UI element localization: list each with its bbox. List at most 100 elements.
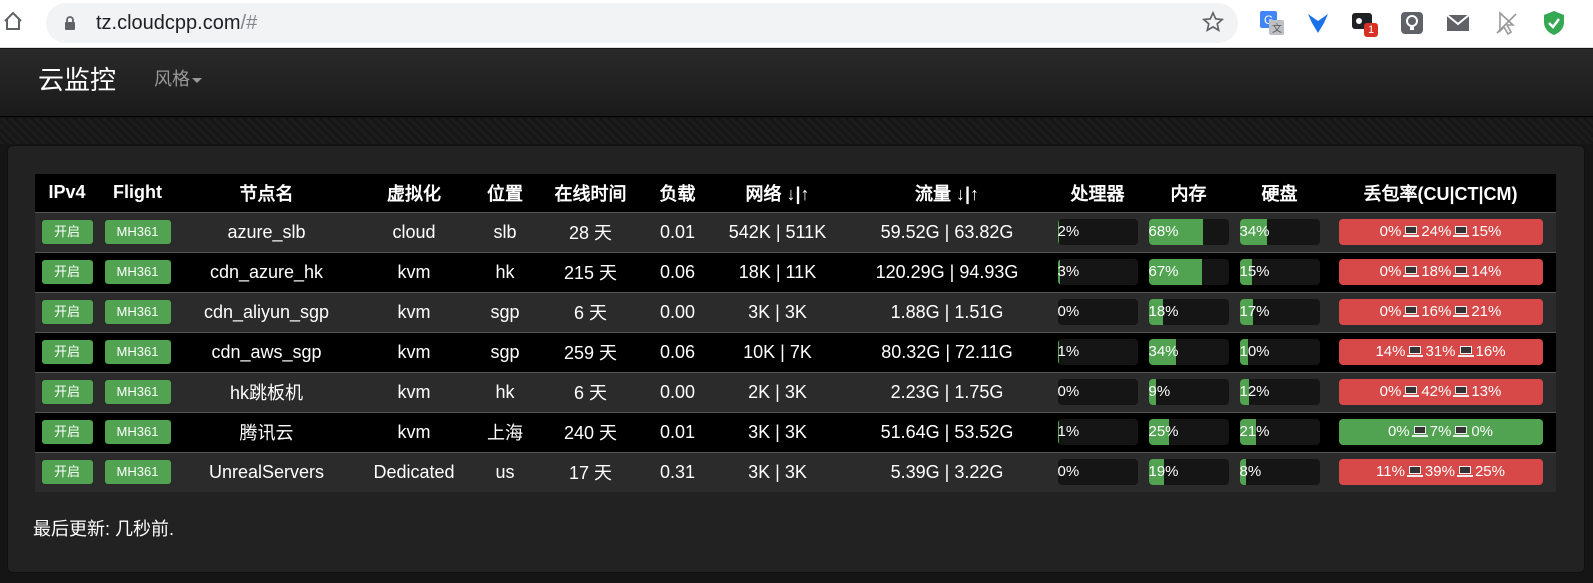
loss-cu: 14%: [1375, 343, 1406, 360]
cpu-progress-label: 1%: [1057, 423, 1080, 440]
url-text[interactable]: tz.cloudcpp.com/#: [96, 12, 257, 35]
bookmark-star-icon[interactable]: [1202, 11, 1224, 33]
mem-progress-label: 34%: [1148, 343, 1179, 360]
network-speed: 2K | 3K: [748, 381, 807, 402]
computer-icon: [1453, 386, 1470, 398]
cursor-off-icon[interactable]: [1492, 9, 1520, 37]
servers-table: IPv4 Flight 节点名 虚拟化 位置 在线时间 负载 网络 ↓|↑ 流量 ↓|↑ 处理器 内…: [35, 174, 1556, 492]
mem-progress: 18%: [1148, 299, 1229, 325]
cpu-progress: 0%: [1057, 299, 1138, 325]
flight-badge[interactable]: MH361: [104, 460, 171, 485]
table-row: 开启 MH361 cdn_azure_hk kvm hk 215 天 0.06 18K | 1…: [35, 252, 1556, 292]
mem-progress-label: 19%: [1148, 463, 1179, 481]
column-header: IPv4: [48, 182, 86, 203]
traffic: 80.32G | 72.11G: [881, 341, 1013, 362]
computer-icon: [1411, 426, 1428, 438]
virtualization: Dedicated: [373, 461, 455, 482]
svg-text:文: 文: [1272, 22, 1282, 35]
ipv4-badge[interactable]: 开启: [41, 460, 93, 485]
traffic: 59.52G | 63.82G: [880, 221, 1014, 242]
computer-icon: [1453, 306, 1470, 318]
load: 0.00: [659, 301, 696, 322]
packet-loss-badge: 0% 7% 0%: [1338, 419, 1543, 445]
virtualization: kvm: [397, 301, 431, 322]
extension-with-badge[interactable]: 1: [1350, 9, 1379, 37]
loss-cm: 25%: [1474, 463, 1505, 481]
computer-icon: [1407, 346, 1424, 358]
servers-panel: IPv4 Flight 节点名 虚拟化 位置 在线时间 负载 网络 ↓|↑ 流量 ↓|↑ 处理器 内…: [7, 145, 1585, 573]
column-header: Flight: [113, 182, 162, 203]
column-header: 虚拟化: [387, 183, 441, 204]
flight-badge[interactable]: MH361: [104, 420, 171, 444]
ghostery-icon[interactable]: [1304, 9, 1332, 37]
table-row: 开启 MH361 cdn_aws_sgp kvm sgp 259 天 0.06 10K | 7…: [35, 332, 1556, 372]
node-name: UnrealServers: [208, 461, 325, 482]
table-row: 开启 MH361 hk跳板机 kvm hk 6 天 0.00 2K | 3K 2.23G | 1…: [35, 372, 1556, 412]
ipv4-badge[interactable]: 开启: [41, 380, 93, 404]
disk-progress-label: 17%: [1239, 303, 1270, 320]
extension-badge: 1: [1364, 23, 1379, 37]
brand-title[interactable]: 云监控: [38, 60, 116, 97]
packet-loss-badge: 0% 16% 21%: [1338, 299, 1543, 325]
disk-progress: 15%: [1239, 259, 1320, 285]
traffic: 5.39G | 3.22G: [890, 461, 1004, 482]
traffic: 51.64G | 53.52G: [880, 421, 1014, 442]
ipv4-badge[interactable]: 开启: [41, 340, 93, 364]
table-row: 开启 MH361 azure_slb cloud slb 28 天 0.01 542K | 5…: [35, 212, 1556, 252]
column-header: 丢包率(CU|CT|CM): [1363, 183, 1518, 204]
cpu-progress: 3%: [1057, 259, 1138, 285]
node-name: cdn_azure_hk: [209, 261, 324, 282]
column-header[interactable]: 网络 ↓|↑: [713, 174, 842, 212]
traffic: 1.88G | 1.51G: [890, 301, 1004, 322]
lightbulb-icon[interactable]: [1398, 9, 1426, 37]
mem-progress-label: 9%: [1148, 383, 1171, 400]
cpu-progress: 1%: [1057, 339, 1138, 365]
node-name: cdn_aliyun_sgp: [203, 301, 330, 322]
mem-progress-label: 18%: [1148, 303, 1179, 320]
navbar: 云监控 风格: [0, 49, 1593, 117]
flight-badge[interactable]: MH361: [104, 260, 171, 284]
shield-check-icon[interactable]: [1540, 9, 1568, 37]
style-dropdown[interactable]: 风格: [154, 65, 202, 91]
loss-ct: 31%: [1425, 343, 1456, 360]
load: 0.01: [659, 221, 696, 242]
flight-badge[interactable]: MH361: [104, 340, 171, 364]
loss-cm: 0%: [1471, 423, 1494, 440]
cpu-progress: 0%: [1057, 459, 1138, 486]
translate-icon[interactable]: G 文: [1258, 9, 1286, 37]
ipv4-badge[interactable]: 开启: [41, 220, 93, 244]
loss-ct: 18%: [1421, 263, 1452, 280]
computer-icon: [1453, 426, 1470, 438]
disk-progress-label: 15%: [1239, 263, 1270, 280]
node-name: azure_slb: [227, 221, 306, 242]
network-speed: 10K | 7K: [743, 341, 812, 362]
table-header-row: IPv4 Flight 节点名 虚拟化 位置 在线时间 负载 网络 ↓|↑ 流量 ↓|↑ 处理器 内…: [35, 174, 1556, 212]
load: 0.01: [659, 421, 696, 442]
table-row: 开启 MH361 cdn_aliyun_sgp kvm sgp 6 天 0.00 3K | 3…: [35, 292, 1556, 332]
loss-cm: 21%: [1471, 303, 1502, 320]
column-header: 内存: [1170, 183, 1207, 204]
packet-loss-badge: 0% 18% 14%: [1338, 259, 1543, 285]
flight-badge[interactable]: MH361: [104, 220, 171, 244]
loss-ct: 24%: [1421, 223, 1452, 240]
computer-icon: [1403, 226, 1420, 238]
address-bar[interactable]: tz.cloudcpp.com/#: [46, 3, 1238, 43]
ipv4-badge[interactable]: 开启: [41, 300, 93, 324]
flight-badge[interactable]: MH361: [104, 300, 171, 324]
location: hk: [495, 261, 515, 282]
location: 上海: [487, 423, 523, 443]
home-icon[interactable]: [2, 10, 24, 32]
ipv4-badge[interactable]: 开启: [41, 260, 93, 284]
ipv4-badge[interactable]: 开启: [41, 420, 93, 444]
lock-icon[interactable]: [64, 16, 76, 30]
load: 0.31: [659, 461, 696, 482]
mail-icon[interactable]: [1444, 9, 1472, 37]
column-header: 节点名: [239, 183, 294, 204]
node-name: cdn_aws_sgp: [211, 341, 322, 362]
column-header[interactable]: 流量 ↓|↑: [842, 174, 1052, 212]
loss-cu: 0%: [1379, 223, 1402, 240]
flight-badge[interactable]: MH361: [104, 380, 171, 404]
disk-progress: 8%: [1239, 459, 1320, 486]
uptime: 17 天: [568, 463, 613, 484]
mem-progress: 25%: [1148, 419, 1229, 445]
